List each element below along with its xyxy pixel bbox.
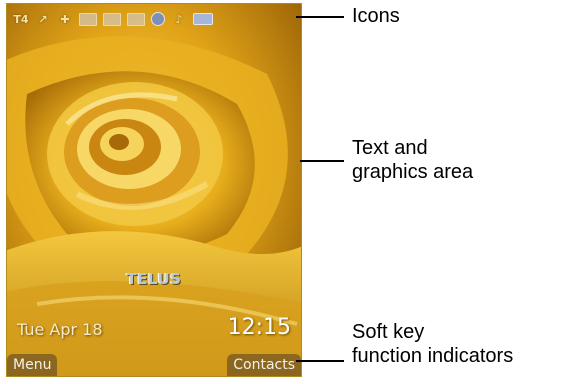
phone-screen: T4 ↗ ✚ ♪ TELUS Tue Apr 18 12:15 Menu Con… <box>6 3 302 377</box>
battery-icon <box>193 13 213 25</box>
clock-display: 12:15 <box>227 315 291 340</box>
softkey-menu[interactable]: Menu <box>7 354 58 376</box>
voicemail-icon <box>127 12 145 26</box>
ringtone-icon: ♪ <box>175 12 183 26</box>
date-display: Tue Apr 18 <box>17 320 103 339</box>
callout-line-icons <box>296 16 344 18</box>
softkey-bar: Menu Contacts <box>7 352 301 376</box>
softkey-contacts[interactable]: Contacts <box>227 354 301 376</box>
message-icon <box>79 12 97 26</box>
status-bar: T4 ↗ ✚ ♪ <box>7 4 301 34</box>
network-icon: ✚ <box>60 12 70 26</box>
signal-strength-icon: T4 <box>13 12 29 26</box>
bluetooth-icon <box>151 12 165 26</box>
callout-line-text-area <box>300 160 344 162</box>
callout-line-soft-keys <box>296 360 344 362</box>
diagram: T4 ↗ ✚ ♪ TELUS Tue Apr 18 12:15 Menu Con… <box>0 0 586 384</box>
callout-text-area: Text and graphics area <box>352 137 474 183</box>
carrier-name: TELUS <box>126 270 182 288</box>
callout-soft-keys: Soft key function indicators <box>352 321 514 367</box>
callout-icons: Icons <box>352 5 400 27</box>
email-icon <box>103 12 121 26</box>
call-forward-icon: ↗ <box>38 12 48 26</box>
